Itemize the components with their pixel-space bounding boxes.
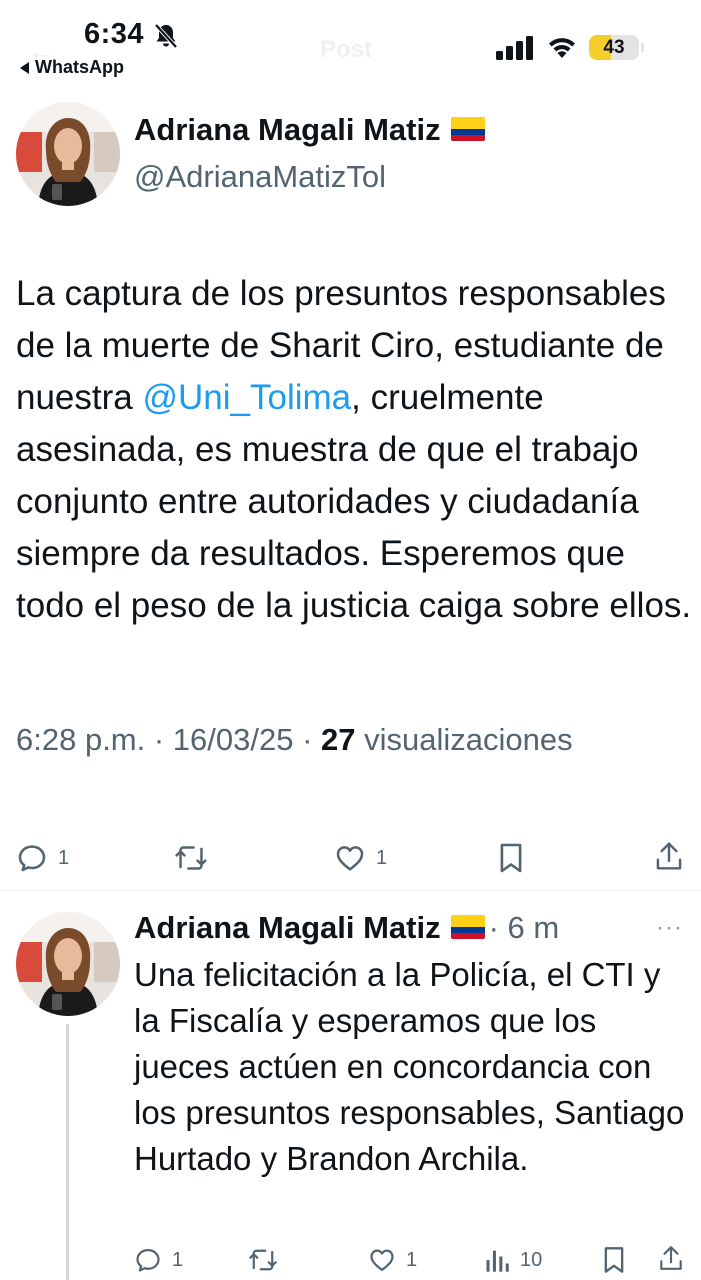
divider — [0, 890, 701, 891]
author-name-text: Adriana Magali Matiz — [134, 112, 441, 147]
like-count: 1 — [376, 846, 388, 869]
author-name[interactable]: Adriana Magali Matiz — [134, 112, 485, 148]
reply-text: Una felicitación a la Policía, el CTI y … — [134, 956, 685, 1177]
signal-icon — [496, 36, 533, 60]
like-icon — [336, 846, 364, 871]
avatar-photo — [16, 102, 120, 206]
like-icon — [370, 1249, 394, 1272]
flag-colombia-icon — [450, 914, 485, 939]
reply-count: 1 — [58, 846, 70, 869]
reply-header[interactable]: Adriana Magali Matiz · 6 m — [134, 910, 559, 946]
reply-reply-button[interactable]: 1 — [134, 1246, 183, 1274]
battery-percent: 43 — [603, 37, 625, 58]
reply-retweet-button[interactable] — [248, 1246, 278, 1274]
bookmark-button[interactable] — [498, 842, 524, 874]
flag-colombia-icon — [450, 116, 485, 141]
reply-time: · 6 m — [488, 910, 560, 945]
reply-reply-count: 1 — [172, 1248, 184, 1271]
reply-views-count: 10 — [520, 1248, 543, 1271]
reply-bookmark-button[interactable] — [602, 1246, 626, 1274]
mention-link[interactable]: @Uni_Tolima — [142, 378, 351, 417]
more-icon[interactable]: ··· — [656, 914, 683, 942]
back-app-label: WhatsApp — [35, 57, 124, 77]
tweet-text: La captura de los presuntos responsables… — [16, 268, 696, 632]
views-icon — [486, 1250, 509, 1272]
bell-off-icon — [154, 23, 178, 49]
reply-like-count: 1 — [406, 1248, 418, 1271]
reply-icon — [136, 1248, 160, 1272]
share-icon — [656, 842, 682, 870]
views-count[interactable]: 27 — [321, 722, 355, 757]
bookmark-icon — [604, 1247, 624, 1273]
tweet-meta: 6:28 p.m. · 16/03/25 · 27 visualizacione… — [16, 722, 573, 758]
reply-author-avatar[interactable] — [16, 912, 120, 1016]
status-bar: ← Post 6:34 WhatsApp 43 — [0, 0, 701, 90]
reply-share-button[interactable] — [658, 1244, 684, 1272]
back-triangle-icon — [20, 61, 29, 74]
tweet-timestamp[interactable]: 6:28 p.m. · 16/03/25 · — [16, 722, 321, 757]
header-title: Post — [320, 36, 373, 63]
reply-icon — [18, 845, 46, 872]
status-time: 6:34 — [84, 18, 145, 50]
reply-button[interactable]: 1 — [16, 842, 69, 874]
share-icon — [660, 1246, 682, 1270]
reply-like-button[interactable]: 1 — [368, 1246, 417, 1274]
share-button[interactable] — [654, 840, 684, 872]
author-handle[interactable]: @AdrianaMatizTol — [134, 159, 386, 195]
retweet-icon — [175, 846, 207, 870]
back-to-app-button[interactable]: WhatsApp — [20, 57, 124, 78]
reply-author-name: Adriana Magali Matiz — [134, 910, 441, 945]
author-avatar[interactable] — [16, 102, 120, 206]
wifi-icon — [549, 38, 575, 58]
thread-line — [66, 1024, 69, 1280]
battery-icon: 43 — [589, 35, 639, 60]
like-button[interactable]: 1 — [334, 842, 387, 874]
avatar-photo — [16, 912, 120, 1016]
reply-views-button[interactable]: 10 — [484, 1246, 542, 1274]
retweet-icon — [249, 1249, 277, 1271]
retweet-button[interactable] — [174, 842, 208, 874]
views-label: visualizaciones — [355, 722, 573, 757]
bookmark-icon — [500, 843, 522, 873]
battery-tip — [641, 43, 644, 52]
